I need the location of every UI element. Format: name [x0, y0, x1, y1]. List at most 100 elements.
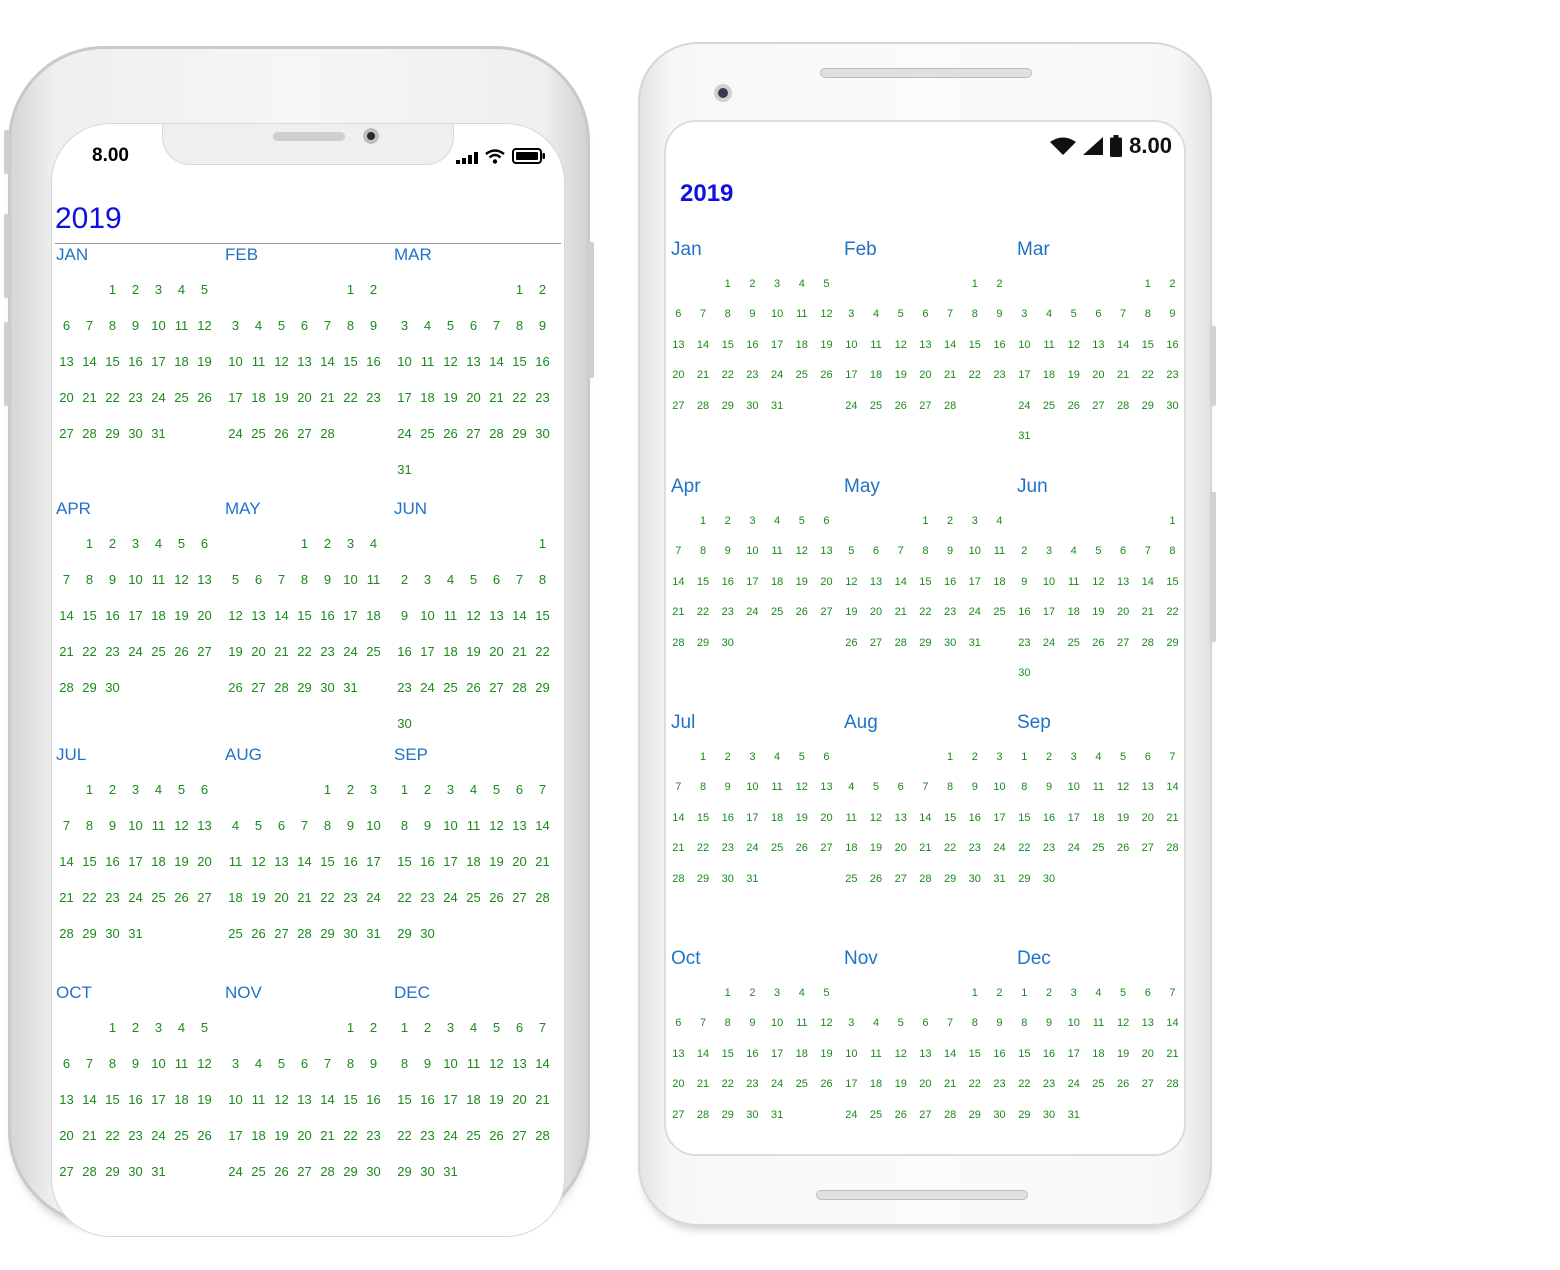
day-cell[interactable]: 19 [247, 888, 270, 924]
day-cell[interactable]: 4 [765, 749, 790, 779]
day-cell[interactable]: 13 [462, 352, 485, 388]
day-cell[interactable]: 7 [531, 780, 554, 816]
day-cell[interactable]: 21 [888, 604, 913, 634]
day-cell[interactable]: 1 [1012, 985, 1037, 1015]
day-cell[interactable]: 6 [814, 749, 839, 779]
day-cell[interactable]: 20 [508, 852, 531, 888]
day-cell[interactable]: 5 [193, 1018, 216, 1054]
day-cell[interactable]: 8 [101, 1054, 124, 1090]
day-cell[interactable]: 17 [124, 606, 147, 642]
day-cell[interactable]: 7 [316, 316, 339, 352]
day-cell[interactable]: 22 [339, 1126, 362, 1162]
day-cell[interactable]: 24 [124, 642, 147, 678]
day-cell[interactable]: 9 [316, 570, 339, 606]
day-cell[interactable]: 26 [247, 924, 270, 960]
day-cell[interactable]: 26 [1061, 398, 1086, 428]
day-cell[interactable]: 18 [839, 840, 864, 870]
day-cell[interactable]: 9 [1037, 779, 1062, 809]
day-cell[interactable]: 10 [224, 1090, 247, 1126]
day-cell[interactable]: 31 [962, 635, 987, 665]
day-cell[interactable]: 20 [913, 367, 938, 397]
day-cell[interactable]: 23 [531, 388, 554, 424]
day-cell[interactable]: 14 [1160, 779, 1184, 809]
month-name[interactable]: MAR [394, 245, 432, 265]
day-cell[interactable]: 12 [888, 337, 913, 367]
month-name[interactable]: Dec [1017, 948, 1051, 970]
day-cell[interactable]: 15 [293, 606, 316, 642]
day-cell[interactable]: 14 [55, 606, 78, 642]
day-cell[interactable]: 31 [147, 1162, 170, 1198]
day-cell[interactable]: 22 [531, 642, 554, 678]
day-cell[interactable]: 29 [1160, 635, 1184, 665]
day-cell[interactable]: 21 [55, 888, 78, 924]
day-cell[interactable]: 10 [740, 779, 765, 809]
day-cell[interactable]: 20 [666, 367, 691, 397]
day-cell[interactable]: 28 [691, 398, 716, 428]
day-cell[interactable]: 21 [666, 840, 691, 870]
day-cell[interactable]: 14 [938, 1046, 963, 1076]
day-cell[interactable]: 28 [531, 1126, 554, 1162]
day-cell[interactable]: 27 [814, 604, 839, 634]
day-cell[interactable]: 12 [1086, 574, 1111, 604]
day-cell[interactable]: 29 [101, 424, 124, 460]
day-cell[interactable]: 14 [666, 810, 691, 840]
day-cell[interactable]: 16 [393, 642, 416, 678]
day-cell[interactable]: 7 [691, 1015, 716, 1045]
day-cell[interactable]: 9 [987, 306, 1012, 336]
day-cell[interactable]: 1 [339, 1018, 362, 1054]
day-cell[interactable]: 11 [247, 352, 270, 388]
day-cell[interactable]: 14 [691, 1046, 716, 1076]
day-cell[interactable]: 23 [938, 604, 963, 634]
day-cell[interactable]: 2 [938, 513, 963, 543]
day-cell[interactable]: 28 [78, 1162, 101, 1198]
day-cell[interactable]: 27 [1111, 635, 1136, 665]
day-cell[interactable]: 3 [224, 316, 247, 352]
day-cell[interactable]: 3 [439, 780, 462, 816]
day-cell[interactable]: 25 [247, 424, 270, 460]
day-cell[interactable]: 11 [462, 1054, 485, 1090]
day-cell[interactable]: 21 [78, 388, 101, 424]
day-cell[interactable]: 16 [362, 352, 385, 388]
day-cell[interactable]: 6 [1086, 306, 1111, 336]
day-cell[interactable]: 13 [55, 352, 78, 388]
day-cell[interactable]: 29 [962, 1107, 987, 1137]
day-cell[interactable]: 1 [691, 513, 716, 543]
day-cell[interactable]: 25 [839, 871, 864, 901]
day-cell[interactable]: 26 [888, 1107, 913, 1137]
month-name[interactable]: Aug [844, 712, 878, 734]
day-cell[interactable]: 19 [1061, 367, 1086, 397]
day-cell[interactable]: 30 [531, 424, 554, 460]
day-cell[interactable]: 8 [1135, 306, 1160, 336]
day-cell[interactable]: 8 [339, 1054, 362, 1090]
day-cell[interactable]: 21 [1160, 810, 1184, 840]
day-cell[interactable]: 3 [740, 749, 765, 779]
day-cell[interactable]: 1 [101, 1018, 124, 1054]
day-cell[interactable]: 1 [691, 749, 716, 779]
day-cell[interactable]: 16 [715, 574, 740, 604]
day-cell[interactable]: 6 [913, 1015, 938, 1045]
day-cell[interactable]: 21 [666, 604, 691, 634]
day-cell[interactable]: 28 [293, 924, 316, 960]
day-cell[interactable]: 10 [439, 1054, 462, 1090]
day-cell[interactable]: 21 [55, 642, 78, 678]
day-cell[interactable]: 15 [393, 1090, 416, 1126]
month-name[interactable]: OCT [56, 983, 92, 1003]
day-cell[interactable]: 6 [666, 306, 691, 336]
day-cell[interactable]: 6 [1111, 543, 1136, 573]
day-cell[interactable]: 4 [147, 780, 170, 816]
day-cell[interactable]: 17 [439, 1090, 462, 1126]
day-cell[interactable]: 26 [439, 424, 462, 460]
day-cell[interactable]: 2 [715, 513, 740, 543]
day-cell[interactable]: 28 [531, 888, 554, 924]
day-cell[interactable]: 13 [888, 810, 913, 840]
day-cell[interactable]: 2 [362, 280, 385, 316]
year-header[interactable]: 2019 [55, 202, 122, 236]
day-cell[interactable]: 10 [1061, 779, 1086, 809]
day-cell[interactable]: 12 [1111, 779, 1136, 809]
day-cell[interactable]: 28 [1111, 398, 1136, 428]
day-cell[interactable]: 5 [1111, 749, 1136, 779]
day-cell[interactable]: 24 [740, 840, 765, 870]
day-cell[interactable]: 16 [987, 337, 1012, 367]
day-cell[interactable]: 7 [666, 543, 691, 573]
day-cell[interactable]: 4 [1086, 749, 1111, 779]
